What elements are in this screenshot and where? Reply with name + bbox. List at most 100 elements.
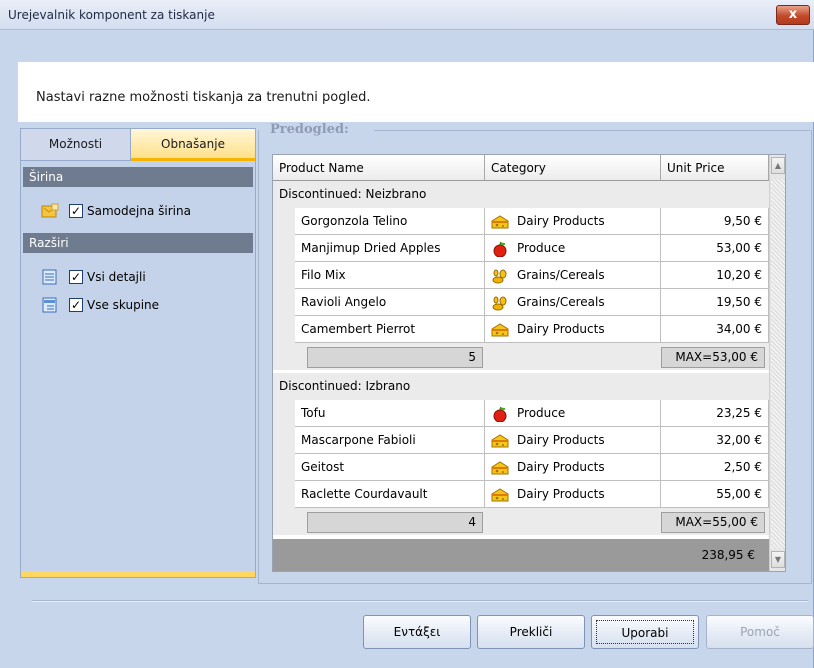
product-name-cell: Filo Mix [295, 262, 485, 289]
group-row-neizbrano[interactable]: Discontinued: Neizbrano [273, 181, 769, 208]
product-name-cell: Manjimup Dried Apples [295, 235, 485, 262]
table-row[interactable]: Manjimup Dried Apples Produce 53,00 € [273, 235, 769, 262]
details-icon [42, 269, 57, 285]
unit-price-cell: 32,00 € [661, 427, 769, 454]
cheese-icon [491, 433, 509, 447]
category-cell: Dairy Products [485, 454, 661, 481]
cheese-icon [491, 487, 509, 501]
all-groups-label: Vse skupine [87, 298, 160, 312]
options-panel: Možnosti Obnašanje Širina ✓ Samodejna ši… [20, 128, 256, 578]
table-row[interactable]: Raclette Courdavault Dairy Products 55,0… [273, 481, 769, 508]
table-row[interactable]: Camembert Pierrot Dairy Products 34,00 € [273, 316, 769, 343]
unit-price-cell: 55,00 € [661, 481, 769, 508]
group-max: MAX=55,00 € [661, 512, 765, 533]
scroll-up-icon[interactable]: ▲ [771, 157, 785, 174]
preview-legend: Predogled: [266, 122, 353, 137]
category-label: Produce [517, 406, 566, 420]
info-text: Nastavi razne možnosti tiskanja za trenu… [36, 90, 371, 105]
ok-button[interactable]: Εντάξει [363, 615, 471, 649]
groups-icon [42, 297, 57, 313]
close-icon: x [788, 7, 798, 22]
help-button[interactable]: Pomoč [706, 615, 814, 649]
group-summary-row: 5 MAX=53,00 € [273, 343, 769, 370]
table-row[interactable]: Ravioli Angelo Grains/Cereals 19,50 € [273, 289, 769, 316]
category-cell: Produce [485, 400, 661, 427]
footer-separator [32, 600, 808, 602]
unit-price-cell: 34,00 € [661, 316, 769, 343]
cheese-icon [491, 460, 509, 474]
group-max: MAX=53,00 € [661, 347, 765, 368]
table-row[interactable]: Geitost Dairy Products 2,50 € [273, 454, 769, 481]
category-label: Dairy Products [517, 322, 605, 336]
group-count: 4 [307, 512, 483, 533]
all-details-row: ✓ Vsi detajli [41, 267, 146, 287]
unit-price-cell: 19,50 € [661, 289, 769, 316]
cheese-icon [491, 322, 509, 336]
unit-price-cell: 23,25 € [661, 400, 769, 427]
unit-price-cell: 2,50 € [661, 454, 769, 481]
preview-grid: Product Name Category Unit Price Discont… [272, 154, 786, 572]
table-row[interactable]: Gorgonzola Telino Dairy Products 9,50 € [273, 208, 769, 235]
all-groups-row: ✓ Vse skupine [41, 295, 159, 315]
vertical-scrollbar[interactable]: ▲ ▼ [769, 155, 785, 571]
category-cell: Produce [485, 235, 661, 262]
category-label: Dairy Products [517, 487, 605, 501]
width-section-header: Širina [23, 167, 253, 187]
table-row[interactable]: Tofu Produce 23,25 € [273, 400, 769, 427]
cancel-button[interactable]: Prekliči [477, 615, 585, 649]
expand-section-header: Razširi [23, 233, 253, 253]
apple-icon [493, 241, 507, 257]
category-label: Produce [517, 241, 566, 255]
column-header-category[interactable]: Category [485, 155, 661, 181]
tab-behavior[interactable]: Obnašanje [131, 129, 255, 161]
title-bar: Urejevalnik komponent za tiskanje x [0, 0, 814, 30]
window-title: Urejevalnik komponent za tiskanje [8, 8, 215, 22]
auto-width-checkbox[interactable]: ✓ [69, 204, 83, 218]
product-name-cell: Camembert Pierrot [295, 316, 485, 343]
category-label: Dairy Products [517, 460, 605, 474]
category-label: Dairy Products [517, 214, 605, 228]
tab-options[interactable]: Možnosti [21, 129, 131, 161]
auto-width-row: ✓ Samodejna širina [41, 201, 191, 221]
scroll-track[interactable] [771, 179, 785, 549]
tab-bottom-stripe [21, 571, 255, 577]
all-groups-checkbox[interactable]: ✓ [69, 298, 83, 312]
unit-price-cell: 53,00 € [661, 235, 769, 262]
category-cell: Dairy Products [485, 481, 661, 508]
all-details-checkbox[interactable]: ✓ [69, 270, 83, 284]
grain-icon [492, 296, 507, 310]
product-name-cell: Gorgonzola Telino [295, 208, 485, 235]
table-row[interactable]: Mascarpone Fabioli Dairy Products 32,00 … [273, 427, 769, 454]
auto-width-label: Samodejna širina [87, 204, 191, 218]
group-summary-row: 4 MAX=55,00 € [273, 508, 769, 535]
grand-total-row: 238,95 € [273, 539, 769, 571]
unit-price-cell: 10,20 € [661, 262, 769, 289]
product-name-cell: Geitost [295, 454, 485, 481]
category-label: Grains/Cereals [517, 268, 605, 282]
all-details-label: Vsi detajli [87, 270, 146, 284]
category-label: Dairy Products [517, 433, 605, 447]
category-cell: Dairy Products [485, 208, 661, 235]
grain-icon [492, 269, 507, 283]
apple-icon [493, 406, 507, 422]
category-label: Grains/Cereals [517, 295, 605, 309]
close-button[interactable]: x [776, 5, 810, 25]
product-name-cell: Ravioli Angelo [295, 289, 485, 316]
unit-price-cell: 9,50 € [661, 208, 769, 235]
category-cell: Dairy Products [485, 316, 661, 343]
product-name-cell: Raclette Courdavault [295, 481, 485, 508]
group-count: 5 [307, 347, 483, 368]
category-cell: Grains/Cereals [485, 262, 661, 289]
product-name-cell: Tofu [295, 400, 485, 427]
info-panel: Nastavi razne možnosti tiskanja za trenu… [18, 62, 814, 122]
table-row[interactable]: Filo Mix Grains/Cereals 10,20 € [273, 262, 769, 289]
group-row-izbrano[interactable]: Discontinued: Izbrano [273, 373, 769, 400]
tab-content: Širina ✓ Samodejna širina Razširi ✓ Vsi … [21, 161, 255, 577]
column-header-unit-price[interactable]: Unit Price [661, 155, 769, 181]
apply-button[interactable]: Uporabi [591, 615, 699, 649]
column-header-product-name[interactable]: Product Name [273, 155, 485, 181]
apply-button-label: Uporabi [596, 620, 694, 644]
scroll-down-icon[interactable]: ▼ [771, 551, 785, 568]
product-name-cell: Mascarpone Fabioli [295, 427, 485, 454]
cheese-icon [491, 214, 509, 228]
